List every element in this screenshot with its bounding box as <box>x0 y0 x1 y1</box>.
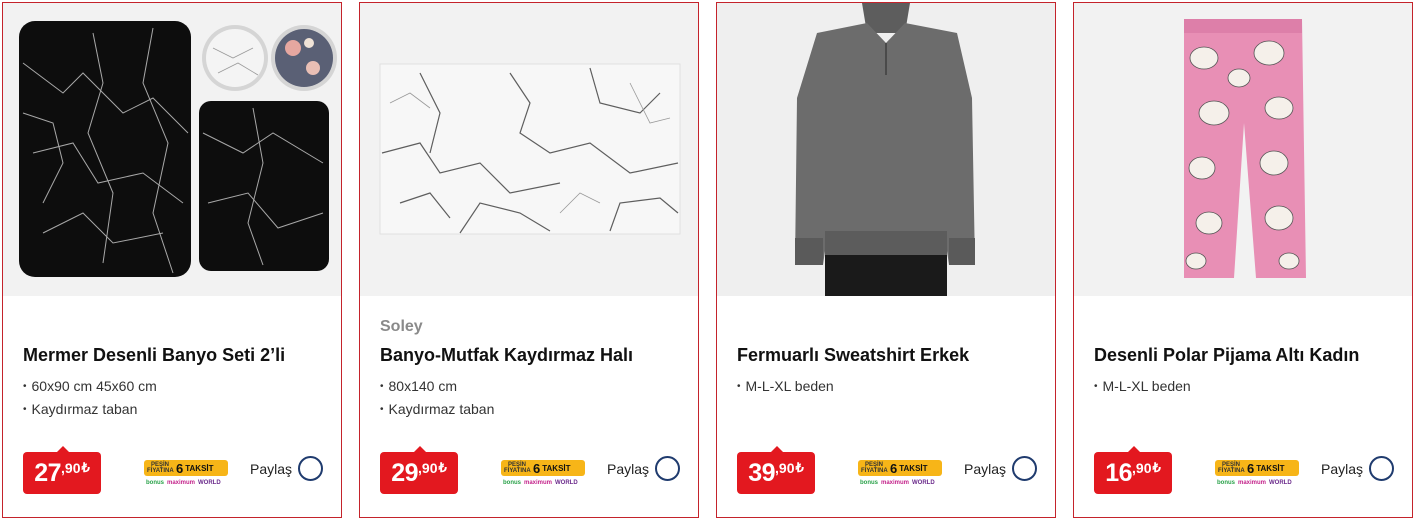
world-logo: WORLD <box>912 480 935 486</box>
maximum-logo: maximum <box>881 480 910 486</box>
share-circle-icon[interactable] <box>1012 456 1038 481</box>
share-circle-icon[interactable] <box>298 456 324 481</box>
installment-badge: PEŞİN FİYATINA 6 TAKSİT bonus maximum WORLD <box>144 460 228 490</box>
feature-list: 60x90 cm 45x60 cm Kaydırmaz taban <box>23 376 157 422</box>
bonus-logo: bonus <box>860 480 878 486</box>
price-integer: 39 <box>748 458 776 487</box>
product-title[interactable]: Desenli Polar Pijama Altı Kadın <box>1094 345 1359 366</box>
price-integer: 27 <box>34 458 62 487</box>
price-badge: 27,90 ₺ <box>23 446 101 494</box>
product-image[interactable] <box>1074 3 1412 296</box>
currency-symbol: ₺ <box>81 460 90 475</box>
currency-symbol: ₺ <box>795 460 804 475</box>
maximum-logo: maximum <box>524 480 553 486</box>
share-label: Paylaş <box>1321 460 1364 477</box>
share-button[interactable]: Paylaş <box>964 456 1038 481</box>
price-decimal: ,90 <box>61 460 81 476</box>
price-decimal: ,90 <box>1132 460 1152 476</box>
share-button[interactable]: Paylaş <box>250 456 324 481</box>
price-integer: 29 <box>391 458 419 487</box>
installment-badge: PEŞİN FİYATINA 6 TAKSİT bonus maximum WORLD <box>858 460 942 490</box>
feature-list: M-L-XL beden <box>1094 376 1191 399</box>
installment-count: 6 <box>176 460 184 476</box>
bonus-logo: bonus <box>146 480 164 486</box>
installment-pesin: PEŞİN FİYATINA <box>1218 462 1245 474</box>
installment-badge: PEŞİN FİYATINA 6 TAKSİT bonus maximum WORLD <box>1215 460 1299 490</box>
installment-pesin: PEŞİN FİYATINA <box>147 462 174 474</box>
currency-symbol: ₺ <box>438 460 447 475</box>
world-logo: WORLD <box>1269 480 1292 486</box>
installment-label: TAKSİT <box>1256 463 1285 473</box>
product-image[interactable] <box>3 3 341 296</box>
share-circle-icon[interactable] <box>1369 456 1395 481</box>
share-circle-icon[interactable] <box>655 456 681 481</box>
feature-item: 60x90 cm 45x60 cm <box>23 376 157 399</box>
product-image[interactable] <box>360 3 698 296</box>
product-title[interactable]: Mermer Desenli Banyo Seti 2’li <box>23 345 285 366</box>
feature-list: M-L-XL beden <box>737 376 834 399</box>
product-title[interactable]: Banyo-Mutfak Kaydırmaz Halı <box>380 345 633 366</box>
maximum-logo: maximum <box>167 480 196 486</box>
product-card[interactable]: Desenli Polar Pijama Altı Kadın M-L-XL b… <box>1073 2 1413 518</box>
share-label: Paylaş <box>964 460 1007 477</box>
product-card[interactable]: Soley Banyo-Mutfak Kaydırmaz Halı 80x140… <box>359 2 699 518</box>
feature-item: M-L-XL beden <box>737 376 834 399</box>
installment-label: TAKSİT <box>899 463 928 473</box>
product-brand: Soley <box>380 318 423 335</box>
product-image[interactable] <box>717 3 1055 296</box>
installment-label: TAKSİT <box>542 463 571 473</box>
feature-list: 80x140 cm Kaydırmaz taban <box>380 376 495 422</box>
price-badge: 29,90 ₺ <box>380 446 458 494</box>
installment-badge: PEŞİN FİYATINA 6 TAKSİT bonus maximum WORLD <box>501 460 585 490</box>
share-label: Paylaş <box>250 460 293 477</box>
installment-count: 6 <box>890 460 898 476</box>
price-badge: 16,90 ₺ <box>1094 446 1172 494</box>
product-grid: Mermer Desenli Banyo Seti 2’li 60x90 cm … <box>0 0 1421 526</box>
installment-pesin: PEŞİN FİYATINA <box>504 462 531 474</box>
bonus-logo: bonus <box>503 480 521 486</box>
currency-symbol: ₺ <box>1152 460 1161 475</box>
share-button[interactable]: Paylaş <box>1321 456 1395 481</box>
feature-item: Kaydırmaz taban <box>23 399 157 422</box>
feature-item: Kaydırmaz taban <box>380 399 495 422</box>
price-decimal: ,90 <box>775 460 795 476</box>
installment-label: TAKSİT <box>185 463 214 473</box>
bonus-logo: bonus <box>1217 480 1235 486</box>
share-button[interactable]: Paylaş <box>607 456 681 481</box>
product-card[interactable]: Fermuarlı Sweatshirt Erkek M-L-XL beden … <box>716 2 1056 518</box>
feature-item: 80x140 cm <box>380 376 494 399</box>
world-logo: WORLD <box>555 480 578 486</box>
feature-item: M-L-XL beden <box>1094 376 1191 399</box>
share-label: Paylaş <box>607 460 650 477</box>
price-badge: 39,90 ₺ <box>737 446 815 494</box>
maximum-logo: maximum <box>1238 480 1267 486</box>
installment-pesin: PEŞİN FİYATINA <box>861 462 888 474</box>
product-card[interactable]: Mermer Desenli Banyo Seti 2’li 60x90 cm … <box>2 2 342 518</box>
world-logo: WORLD <box>198 480 221 486</box>
price-decimal: ,90 <box>418 460 438 476</box>
product-title[interactable]: Fermuarlı Sweatshirt Erkek <box>737 345 969 366</box>
installment-count: 6 <box>533 460 541 476</box>
installment-count: 6 <box>1247 460 1255 476</box>
price-integer: 16 <box>1105 458 1133 487</box>
